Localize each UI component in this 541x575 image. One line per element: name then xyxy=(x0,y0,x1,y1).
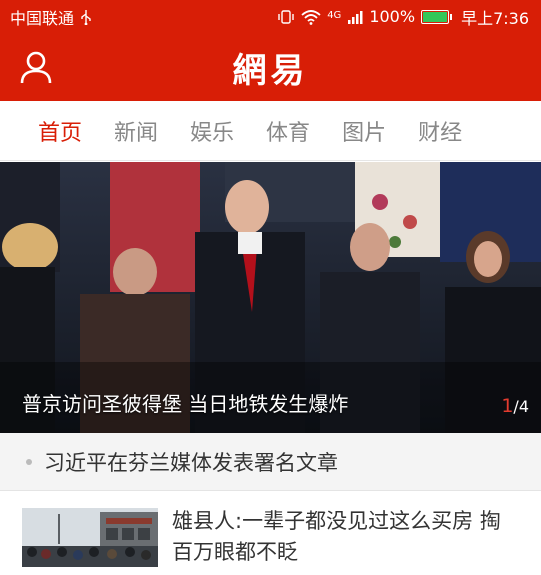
tab-1[interactable]: 新闻 xyxy=(114,115,158,147)
tab-2[interactable]: 娱乐 xyxy=(190,115,234,147)
signal-icon xyxy=(348,10,363,24)
news-title: 雄县人:一辈子都没见过这么买房 掏百万眼都不眨 xyxy=(172,509,501,564)
usb-icon xyxy=(81,9,91,25)
news-thumbnail xyxy=(22,508,158,567)
pager-total: /4 xyxy=(513,397,529,416)
battery-icon xyxy=(421,9,453,24)
hero-pager: 1/4 xyxy=(501,395,529,417)
battery-fill xyxy=(423,11,448,22)
tab-4[interactable]: 图片 xyxy=(342,115,386,147)
wifi-icon xyxy=(301,9,321,25)
user-icon xyxy=(20,51,52,84)
app-header: 網易 xyxy=(0,33,541,101)
network-type-label: 4G xyxy=(327,9,342,21)
status-bar-left: 中国联通 xyxy=(10,5,92,29)
vibrate-icon xyxy=(278,9,294,24)
news-thumbnail-image xyxy=(22,508,158,567)
tab-5[interactable]: 财经 xyxy=(418,115,462,147)
battery-percent: 100% xyxy=(369,7,416,26)
status-bar-right: 4G 100% 早上7:36 xyxy=(277,5,529,29)
headline-row[interactable]: 习近平在芬兰媒体发表署名文章 xyxy=(0,433,541,491)
clock: 早上7:36 xyxy=(461,8,529,28)
hero-carousel[interactable]: 普京访问圣彼得堡 当日地铁发生爆炸 1/4 xyxy=(0,162,541,433)
bullet-dot-icon xyxy=(26,458,32,465)
app-logo: 網易 xyxy=(232,50,309,91)
news-list-item[interactable]: 雄县人:一辈子都没见过这么买房 掏百万眼都不眨 xyxy=(0,492,541,575)
profile-button[interactable] xyxy=(18,49,54,85)
hero-caption: 普京访问圣彼得堡 当日地铁发生爆炸 xyxy=(22,392,349,416)
channel-tabs: 首页 新闻 娱乐 体育 图片 财经 xyxy=(0,101,541,161)
headline-text: 习近平在芬兰媒体发表署名文章 xyxy=(44,450,338,475)
status-bar: 中国联通 4G 100% 早上7:36 xyxy=(0,0,541,33)
carrier-label: 中国联通 xyxy=(10,8,75,28)
tab-3[interactable]: 体育 xyxy=(266,115,310,147)
tab-0[interactable]: 首页 xyxy=(38,115,82,147)
pager-current: 1 xyxy=(501,395,514,417)
